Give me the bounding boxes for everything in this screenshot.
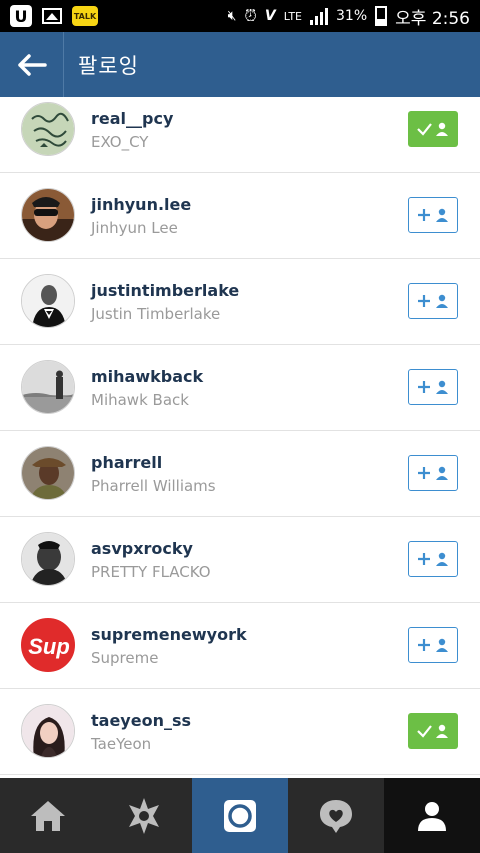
app-header: 팔로잉 xyxy=(0,32,480,97)
full-name: Pharrell Williams xyxy=(91,477,216,495)
follow-plus-icon xyxy=(418,208,448,222)
full-name: TaeYeon xyxy=(91,735,152,753)
username[interactable]: supremenewyork xyxy=(91,625,247,644)
follow-plus-icon xyxy=(418,552,448,566)
username[interactable]: real__pcy xyxy=(91,109,173,128)
follow-button[interactable] xyxy=(408,627,458,663)
battery-percent: 31% xyxy=(336,8,368,24)
full-name: Justin Timberlake xyxy=(91,305,221,323)
avatar[interactable] xyxy=(21,446,75,500)
full-name: Mihawk Back xyxy=(91,391,189,409)
username[interactable]: jinhyun.lee xyxy=(91,195,191,214)
follow-plus-icon xyxy=(418,638,448,652)
user-row[interactable]: justintimberlake Justin Timberlake xyxy=(0,259,480,345)
following-check-icon xyxy=(417,122,448,136)
gallery-icon xyxy=(42,8,62,24)
username[interactable]: pharrell xyxy=(91,453,162,472)
avatar[interactable] xyxy=(21,360,75,414)
follow-button[interactable] xyxy=(408,283,458,319)
nav-activity[interactable] xyxy=(288,778,384,853)
username[interactable]: asvpxrocky xyxy=(91,539,193,558)
follow-plus-icon xyxy=(418,380,448,394)
user-row[interactable]: pharrell Pharrell Williams xyxy=(0,431,480,517)
follow-plus-icon xyxy=(418,466,448,480)
avatar[interactable] xyxy=(21,274,75,328)
following-list[interactable]: real__pcy EXO_CY jinhyun.lee Jinhyun Lee… xyxy=(0,97,480,778)
follow-button[interactable] xyxy=(408,197,458,233)
follow-button[interactable] xyxy=(408,541,458,577)
nav-camera[interactable] xyxy=(192,778,288,853)
avatar-asvpxrocky-image xyxy=(22,533,74,585)
user-row[interactable]: Sup supremenewyork Supreme xyxy=(0,603,480,689)
follow-button[interactable] xyxy=(408,369,458,405)
full-name: EXO_CY xyxy=(91,133,149,151)
mute-icon: 🔇︎ xyxy=(227,8,237,24)
follow-plus-icon xyxy=(418,294,448,308)
full-name: Jinhyun Lee xyxy=(91,219,178,237)
nav-home[interactable] xyxy=(0,778,96,853)
alarm-icon: ⏰︎ xyxy=(244,6,257,25)
volte-icon: V xyxy=(264,8,276,24)
avatar-taeyeon-image xyxy=(22,705,74,757)
user-row[interactable]: real__pcy EXO_CY xyxy=(0,97,480,173)
status-right: 🔇︎ ⏰︎ V LTE 31% 오후 2:56 xyxy=(228,4,470,29)
home-icon xyxy=(31,800,65,831)
avatar-jinhyun-image xyxy=(22,189,74,241)
avatar[interactable] xyxy=(21,704,75,758)
supreme-logo-text: Sup xyxy=(28,634,70,659)
nav-profile[interactable] xyxy=(384,778,480,853)
back-button[interactable] xyxy=(0,32,64,97)
avatar[interactable] xyxy=(21,532,75,586)
following-button[interactable] xyxy=(408,111,458,147)
user-row[interactable]: mihawkback Mihawk Back xyxy=(0,345,480,431)
activity-icon xyxy=(320,799,352,833)
username[interactable]: justintimberlake xyxy=(91,281,239,300)
following-button[interactable] xyxy=(408,713,458,749)
user-row[interactable]: jinhyun.lee Jinhyun Lee xyxy=(0,173,480,259)
username[interactable]: mihawkback xyxy=(91,367,203,386)
app-u-icon: U xyxy=(10,5,32,27)
page-title: 팔로잉 xyxy=(78,53,139,78)
nav-explore[interactable] xyxy=(96,778,192,853)
full-name: PRETTY FLACKO xyxy=(91,563,211,581)
battery-icon xyxy=(375,6,388,26)
avatar-supreme-logo: Sup xyxy=(22,619,74,671)
status-bar: U TALK 🔇︎ ⏰︎ V LTE 31% 오후 2:56 xyxy=(0,0,480,32)
follow-button[interactable] xyxy=(408,455,458,491)
avatar-justin-image xyxy=(22,275,74,327)
full-name: Supreme xyxy=(91,649,159,667)
avatar[interactable] xyxy=(21,102,75,156)
app-screen: U TALK 🔇︎ ⏰︎ V LTE 31% 오후 2:56 팔로잉 real_… xyxy=(0,0,480,853)
signal-icon xyxy=(310,7,329,25)
clock: 오후 2:56 xyxy=(395,8,470,29)
avatar-happiness-image xyxy=(22,103,74,155)
avatar[interactable]: Sup xyxy=(21,618,75,672)
explore-icon xyxy=(129,797,159,834)
lte-label: LTE xyxy=(283,9,303,23)
avatar[interactable] xyxy=(21,188,75,242)
bottom-nav xyxy=(0,778,480,853)
user-row[interactable]: taeyeon_ss TaeYeon xyxy=(0,689,480,775)
following-check-icon xyxy=(417,724,448,738)
avatar-mihawk-image xyxy=(22,361,74,413)
user-row[interactable]: asvpxrocky PRETTY FLACKO xyxy=(0,517,480,603)
profile-icon xyxy=(418,801,446,831)
back-arrow-icon xyxy=(17,53,47,76)
status-left: U TALK xyxy=(10,5,98,27)
camera-icon xyxy=(224,799,256,832)
avatar-pharrell-image xyxy=(22,447,74,499)
kakaotalk-icon: TALK xyxy=(72,6,98,26)
username[interactable]: taeyeon_ss xyxy=(91,711,191,730)
